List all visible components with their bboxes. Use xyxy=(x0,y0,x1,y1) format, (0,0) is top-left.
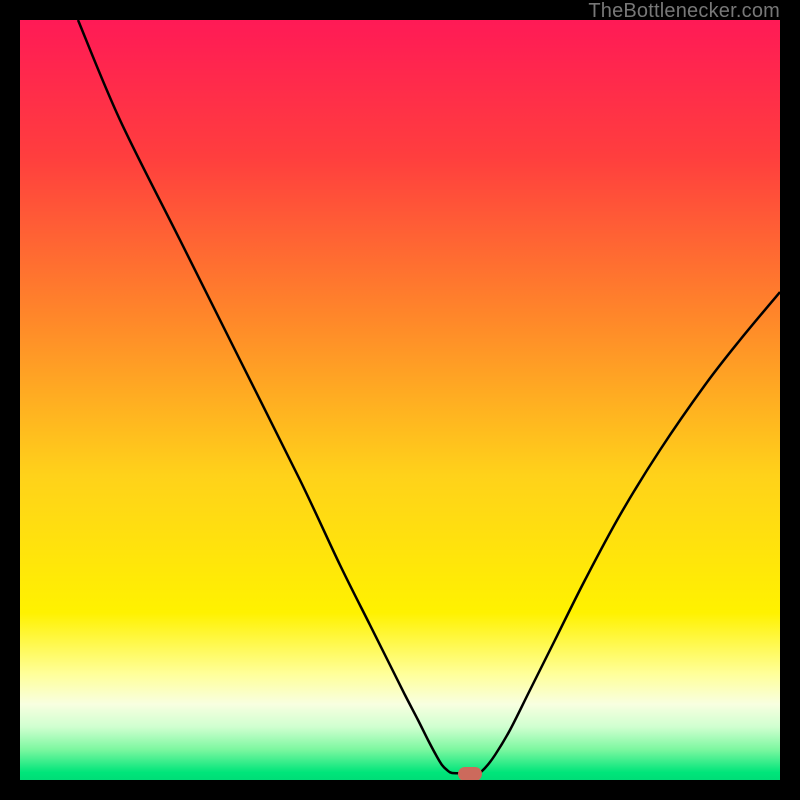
bottleneck-curve xyxy=(20,20,780,780)
chart-plot-area xyxy=(20,20,780,780)
optimal-point-marker xyxy=(458,767,482,780)
